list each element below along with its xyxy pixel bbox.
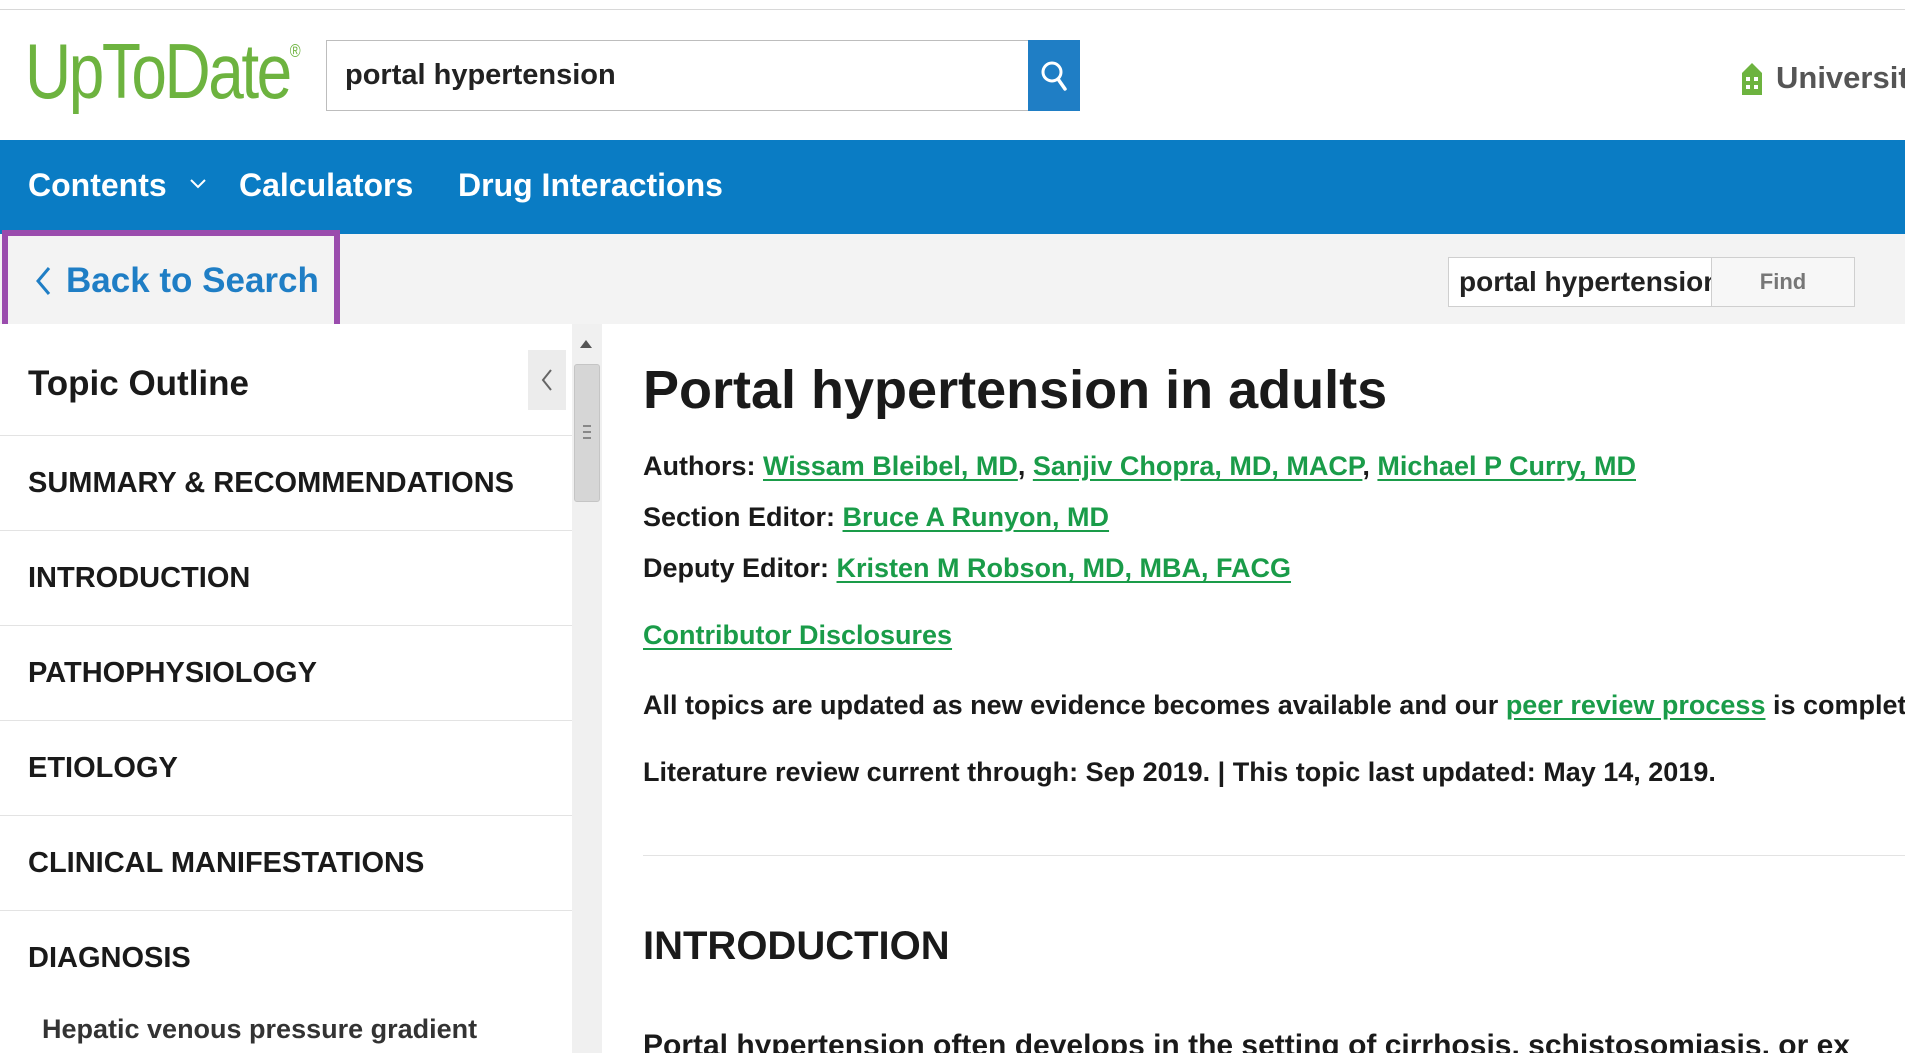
outline-item-introduction[interactable]: INTRODUCTION [0, 530, 572, 625]
section-title-introduction: INTRODUCTION [643, 924, 950, 968]
collapse-outline-button[interactable] [528, 350, 566, 410]
building-icon [1742, 63, 1762, 95]
search-icon [1041, 61, 1067, 91]
back-to-search-label: Back to Search [66, 260, 319, 300]
author-link[interactable]: Sanjiv Chopra, MD, MACP [1033, 451, 1363, 481]
deputy-editor-row: Deputy Editor: Kristen M Robson, MD, MBA… [643, 553, 1291, 584]
search-button[interactable] [1028, 40, 1080, 111]
registered-mark: ® [289, 41, 301, 61]
update-text-after: is complete. [1772, 690, 1905, 720]
disclosures-row: Contributor Disclosures [643, 620, 952, 651]
nav-contents[interactable]: Contents [28, 167, 206, 204]
outline-item-clinical-manifestations[interactable]: CLINICAL MANIFESTATIONS [0, 815, 572, 910]
authors-row: Authors: Wissam Bleibel, MD, Sanjiv Chop… [643, 451, 1636, 481]
outline-subitem-hvpg[interactable]: Hepatic venous pressure gradient [42, 1014, 477, 1045]
authors-label: Authors: [643, 451, 756, 481]
grip-icon [583, 425, 591, 439]
scroll-up-arrow[interactable] [580, 340, 592, 348]
back-to-search-button[interactable]: Back to Search [2, 230, 340, 331]
institution-link[interactable]: Universit [1740, 60, 1905, 96]
update-text-before: All topics are updated as new evidence b… [643, 690, 1506, 720]
review-date-line: Literature review current through: Sep 2… [643, 757, 1716, 787]
update-notice: All topics are updated as new evidence b… [643, 690, 1905, 721]
section-editor-link[interactable]: Bruce A Runyon, MD [843, 502, 1110, 532]
contributor-disclosures-link[interactable]: Contributor Disclosures [643, 620, 952, 650]
find-box [1448, 257, 1712, 307]
peer-review-link[interactable]: peer review process [1506, 690, 1766, 720]
chevron-left-icon [541, 369, 552, 391]
author-link[interactable]: Wissam Bleibel, MD [763, 451, 1018, 481]
main-nav: Contents Calculators Drug Interactions [0, 140, 1905, 234]
logo-text: UpToDate [25, 27, 292, 115]
introduction-paragraph: Portal hypertension often develops in th… [643, 1029, 1850, 1053]
scroll-thumb[interactable] [574, 364, 600, 502]
outline-list: SUMMARY & RECOMMENDATIONS INTRODUCTION P… [0, 435, 572, 1005]
outline-item-etiology[interactable]: ETIOLOGY [0, 720, 572, 815]
topic-title: Portal hypertension in adults [643, 360, 1388, 420]
outline-item-diagnosis[interactable]: DIAGNOSIS [0, 910, 572, 1005]
topic-outline-title: Topic Outline [28, 364, 250, 403]
section-editor-row: Section Editor: Bruce A Runyon, MD [643, 502, 1109, 533]
chevron-left-icon [36, 266, 51, 295]
browser-top-strip [0, 0, 1905, 10]
outline-item-summary[interactable]: SUMMARY & RECOMMENDATIONS [0, 435, 572, 530]
section-editor-label: Section Editor: [643, 502, 836, 532]
outline-item-pathophysiology[interactable]: PATHOPHYSIOLOGY [0, 625, 572, 720]
topic-outline-sidebar: Topic Outline SUMMARY & RECOMMENDATIONS … [0, 324, 572, 1053]
deputy-editor-link[interactable]: Kristen M Robson, MD, MBA, FACG [837, 553, 1292, 583]
find-button[interactable]: Find [1711, 257, 1855, 307]
uptodate-logo[interactable]: UpToDate® [25, 32, 301, 110]
topic-content: Portal hypertension in adults Authors: W… [643, 324, 1905, 1053]
nav-calculators[interactable]: Calculators [239, 167, 413, 204]
header: UpToDate® Universit [0, 10, 1905, 140]
search-box [326, 40, 1030, 111]
outline-scrollbar[interactable] [572, 324, 602, 1053]
divider [643, 855, 1905, 856]
nav-drug-interactions[interactable]: Drug Interactions [458, 167, 723, 204]
find-in-topic-input[interactable] [1449, 258, 1711, 306]
author-link[interactable]: Michael P Curry, MD [1377, 451, 1636, 481]
search-input[interactable] [327, 41, 1027, 110]
nav-contents-label: Contents [28, 167, 167, 203]
institution-name: Universit [1776, 60, 1905, 95]
chevron-down-icon [189, 178, 206, 188]
deputy-editor-label: Deputy Editor: [643, 553, 829, 583]
